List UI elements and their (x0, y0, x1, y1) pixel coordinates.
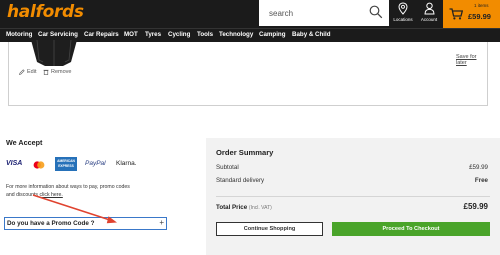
account-label: Account (420, 17, 438, 22)
nav-item-motoring[interactable]: Motoring (6, 31, 32, 38)
halfords-logo[interactable]: halfords (7, 2, 84, 22)
nav-item-mot[interactable]: MOT (124, 31, 138, 38)
subtotal-value: £59.99 (469, 164, 488, 171)
paypal-logo: PayPal (85, 160, 106, 167)
total-price-label: Total Price (Incl. VAT) (216, 204, 272, 211)
continue-shopping-button[interactable]: Continue Shopping (216, 222, 323, 236)
plus-icon[interactable]: + (159, 218, 164, 227)
order-summary-panel: Order Summary Subtotal £59.99 Standard d… (206, 138, 500, 255)
mastercard-logo (33, 161, 45, 169)
shopping-cart-icon (449, 8, 463, 20)
proceed-to-checkout-button[interactable]: Proceed To Checkout (332, 222, 490, 236)
amex-logo: AMERICAN EXPRESS (55, 157, 77, 171)
pencil-icon (19, 69, 25, 75)
visa-logo: VISA (6, 160, 23, 167)
save-for-later-link[interactable]: Save for later (456, 54, 487, 66)
subtotal-label: Subtotal (216, 164, 239, 171)
total-price-value: £59.99 (463, 202, 488, 211)
basket-product-card: Edit Remove Save for later (8, 40, 488, 106)
payment-info-body: For more information about ways to pay, … (6, 184, 130, 198)
account-button[interactable]: Account (415, 1, 443, 25)
search-bar (259, 0, 389, 26)
locations-label: Locations (393, 17, 413, 22)
promo-code-label: Do you have a Promo Code ? (7, 220, 95, 227)
delivery-label: Standard delivery (216, 177, 265, 184)
we-accept-heading: We Accept (6, 138, 43, 147)
nav-item-camping[interactable]: Camping (259, 31, 285, 38)
nav-item-technology[interactable]: Technology (219, 31, 253, 38)
nav-item-car-servicing[interactable]: Car Servicing (38, 31, 78, 38)
basket-total: £59.99 (468, 12, 491, 21)
payment-info-text: For more information about ways to pay, … (6, 184, 136, 199)
payment-methods: VISA AMERICAN EXPRESS PayPal Klarna. (6, 157, 146, 173)
search-icon[interactable] (369, 5, 383, 19)
summary-divider (216, 196, 490, 197)
locations-button[interactable]: Locations (389, 1, 417, 25)
total-vat-note: (Incl. VAT) (248, 205, 272, 211)
order-summary-title: Order Summary (216, 148, 274, 157)
product-image[interactable] (23, 40, 87, 68)
search-input[interactable] (269, 3, 369, 23)
nav-item-baby-child[interactable]: Baby & Child (292, 31, 331, 38)
klarna-logo: Klarna. (116, 160, 137, 167)
delivery-value: Free (474, 177, 488, 184)
basket-button[interactable]: 1 items £59.99 (443, 0, 500, 28)
nav-item-car-repairs[interactable]: Car Repairs (84, 31, 119, 38)
location-pin-icon (398, 2, 408, 15)
edit-link[interactable]: Edit (19, 69, 36, 75)
nav-item-cycling[interactable]: Cycling (168, 31, 190, 38)
edit-label: Edit (27, 69, 37, 75)
nav-item-tyres[interactable]: Tyres (145, 31, 161, 38)
payment-info-link[interactable]: click here. (39, 192, 62, 198)
total-price-text: Total Price (216, 204, 248, 211)
nav-item-tools[interactable]: Tools (197, 31, 213, 38)
promo-code-toggle[interactable]: Do you have a Promo Code ? + (4, 217, 167, 230)
remove-link[interactable]: Remove (43, 69, 71, 75)
basket-item-count: 1 items (474, 3, 489, 8)
account-icon (423, 2, 435, 15)
top-header: halfords Locations Account 1 items £59.9… (0, 0, 500, 28)
trash-icon (43, 69, 49, 75)
remove-label: Remove (51, 69, 72, 75)
